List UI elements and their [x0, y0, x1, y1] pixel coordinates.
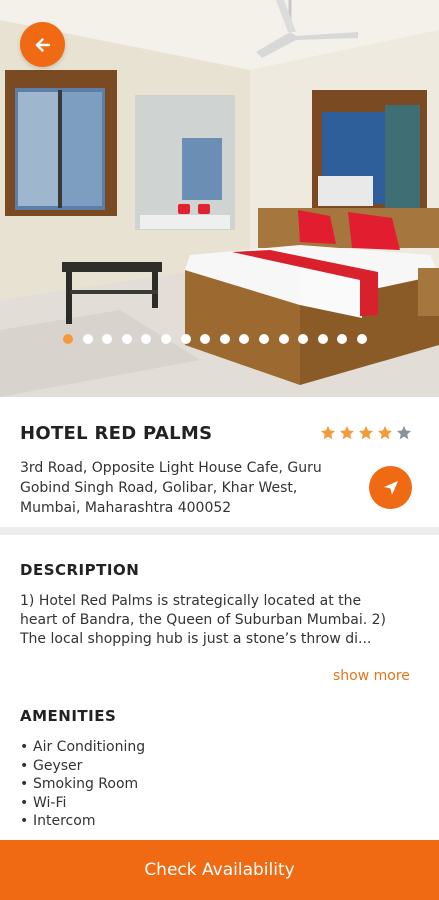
pagination-dot[interactable] [141, 334, 152, 344]
check-availability-button[interactable]: Check Availability [0, 840, 439, 900]
bullet-icon: • [20, 776, 29, 793]
bullet-icon: • [20, 739, 29, 755]
pagination-dot[interactable] [258, 334, 269, 344]
navigate-button[interactable] [369, 466, 412, 509]
description-title: DESCRIPTION [20, 561, 140, 579]
show-more-link[interactable]: show more [333, 668, 410, 684]
amenity-item: • Wi-Fi [20, 794, 67, 811]
pagination-dot[interactable] [200, 334, 211, 344]
amenities-list: • Air Conditioning • Geyser • Smoking Room … [20, 738, 145, 831]
hotel-photo-gallery[interactable] [0, 0, 439, 397]
pagination-dot[interactable] [239, 334, 250, 344]
navigation-arrow-icon [383, 480, 398, 495]
description-text: 1) Hotel Red Palms is strategically loca… [20, 593, 386, 647]
hotel-rating [320, 425, 412, 441]
pagination-dot[interactable] [102, 334, 113, 344]
amenity-item: • Geyser [20, 757, 83, 774]
pagination-dot[interactable] [121, 334, 132, 344]
amenity-item: • Intercom [20, 813, 96, 830]
pagination-dot[interactable] [278, 334, 289, 344]
pagination-dot[interactable] [63, 334, 73, 344]
hotel-address: 3rd Road, Opposite Light House Cafe, Gur… [20, 460, 322, 516]
star-icon [321, 426, 335, 440]
bullet-icon: • [20, 757, 29, 774]
hotel-name: HOTEL RED PALMS [20, 423, 213, 444]
star-icon [378, 426, 392, 440]
amenity-item: • Smoking Room [20, 776, 139, 793]
star-icon [359, 426, 373, 440]
arrow-left-icon [35, 37, 50, 52]
pagination-dot[interactable] [219, 334, 230, 344]
pagination-dot[interactable] [180, 334, 191, 344]
pagination-dot[interactable] [160, 334, 171, 344]
amenity-item: • Air Conditioning [20, 739, 146, 755]
pagination-dot[interactable] [317, 334, 328, 344]
bullet-icon: • [20, 813, 29, 830]
gallery-pagination [63, 334, 367, 344]
pagination-dot[interactable] [82, 334, 93, 344]
bullet-icon: • [20, 794, 29, 811]
star-icon [397, 426, 411, 440]
pagination-dot[interactable] [337, 334, 348, 344]
pagination-dot[interactable] [298, 334, 309, 344]
back-button[interactable] [20, 22, 65, 67]
amenities-title: AMENITIES [20, 707, 117, 725]
pagination-dot[interactable] [356, 334, 367, 344]
star-icon [340, 426, 354, 440]
